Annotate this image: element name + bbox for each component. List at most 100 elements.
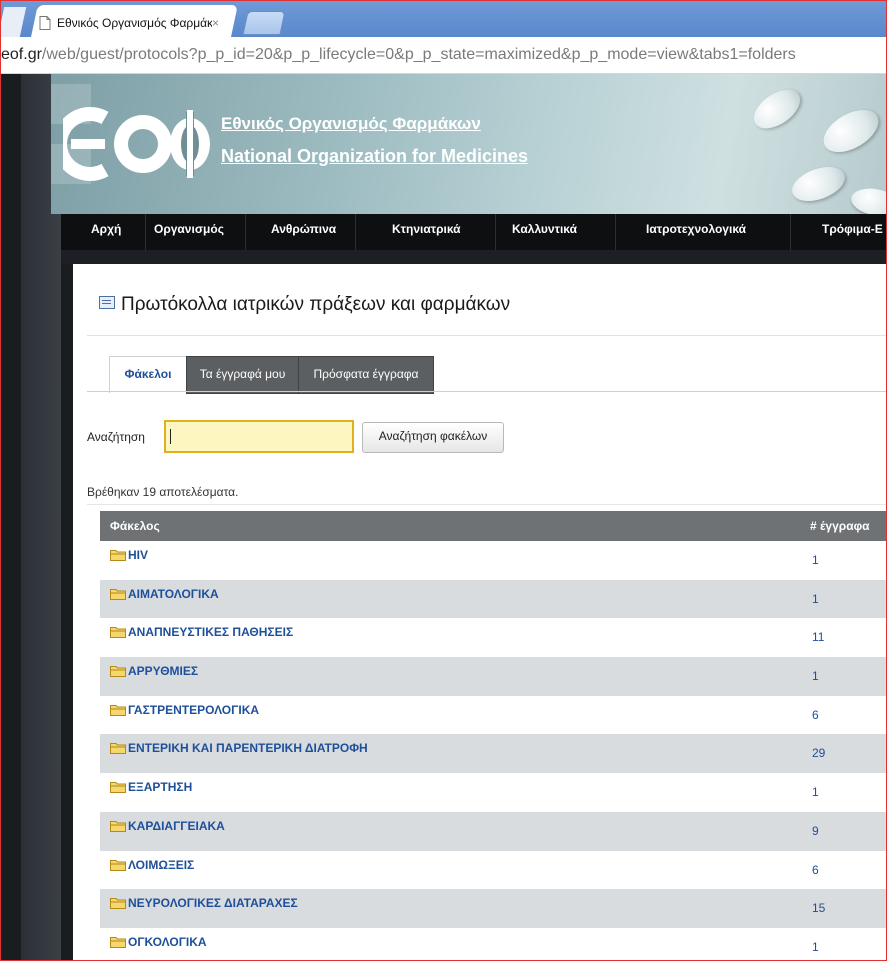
folder-icon (110, 820, 126, 832)
table-row: ΑΙΜΑΤΟΛΟΓΙΚΑ 1 (100, 579, 886, 619)
folder-name: ΑΝΑΠΝΕΥΣΤΙΚΕΣ ΠΑΘΗΣΕΙΣ (128, 625, 294, 640)
folder-link[interactable]: ΟΓΚΟΛΟΓΙΚΑ (110, 935, 207, 949)
nav-item-human[interactable]: Ανθρώπινα (246, 214, 356, 250)
search-folders-button[interactable]: Αναζήτηση φακέλων (362, 422, 504, 453)
pill-image (747, 81, 807, 137)
url-text[interactable]: eof.gr/web/guest/protocols?p_p_id=20&p_p… (1, 46, 796, 64)
address-bar[interactable]: eof.gr/web/guest/protocols?p_p_id=20&p_p… (1, 37, 886, 74)
pill-image (816, 101, 886, 161)
table-row: ΑΝΑΠΝΕΥΣΤΙΚΕΣ ΠΑΘΗΣΕΙΣ 11 (100, 618, 886, 657)
folder-link[interactable]: ΓΑΣΤΡΕΝΤΕΡΟΛΟΓΙΚΑ (110, 703, 259, 717)
folder-name: ΟΓΚΟΛΟΓΙΚΑ (128, 934, 207, 949)
folder-link[interactable]: HIV (110, 548, 148, 562)
table-row: ΕΞΑΡΤΗΣΗ 1 (100, 773, 886, 812)
folder-icon (110, 859, 126, 871)
folder-link[interactable]: ΑΝΑΠΝΕΥΣΤΙΚΕΣ ΠΑΘΗΣΕΙΣ (110, 625, 293, 639)
results-count: Βρέθηκαν 19 αποτελέσματα. (87, 485, 239, 499)
previous-tab[interactable] (1, 7, 27, 37)
folder-icon (110, 588, 126, 600)
table-header: Φάκελος # έγγραφα (100, 511, 886, 541)
main-navigation: Αρχή Οργανισμός Ανθρώπινα Κτηνιατρικά Κα… (61, 214, 886, 250)
folder-name: ΑΙΜΑΤΟΛΟΓΙΚΑ (128, 586, 219, 601)
folder-icon (110, 782, 126, 794)
url-path: /web/guest/protocols?p_p_id=20&p_p_lifec… (41, 46, 796, 63)
folder-icon (110, 704, 126, 716)
folder-link[interactable]: ΑΙΜΑΤΟΛΟΓΙΚΑ (110, 587, 219, 601)
folder-icon (110, 898, 126, 910)
brand-name-greek[interactable]: Εθνικός Οργανισμός Φαρμάκων (221, 114, 481, 134)
active-tab[interactable]: Εθνικός Οργανισμός Φαρμάκ × (35, 12, 231, 34)
nav-item-medical-devices[interactable]: Ιατροτεχνολογικά (616, 214, 791, 250)
folder-link[interactable]: ΕΝΤΕΡΙΚΗ ΚΑΙ ΠΑΡΕΝΤΕΡΙΚΗ ΔΙΑΤΡΟΦΗ (110, 741, 368, 755)
eof-logo-icon[interactable] (63, 104, 213, 184)
folder-name: ΓΑΣΤΡΕΝΤΕΡΟΛΟΓΙΚΑ (128, 702, 260, 717)
divider (87, 504, 886, 505)
tab-strip: Εθνικός Οργανισμός Φαρμάκ × (1, 1, 886, 37)
table-row: ΕΝΤΕΡΙΚΗ ΚΑΙ ΠΑΡΕΝΤΕΡΙΚΗ ΔΙΑΤΡΟΦΗ 29 (100, 734, 886, 774)
tab-close-icon[interactable]: × (212, 16, 219, 30)
brand-name-english[interactable]: National Organization for Medicines (221, 146, 528, 167)
new-tab-button[interactable] (242, 11, 286, 35)
table-row: HIV 1 (100, 541, 886, 580)
folder-name: ΑΡΡΥΘΜΙΕΣ (128, 664, 199, 679)
document-count: 11 (812, 630, 825, 645)
browser-window: Εθνικός Οργανισμός Φαρμάκ × eof.gr/web/g… (0, 0, 887, 961)
document-count: 1 (812, 939, 819, 954)
folder-name: ΝΕΥΡΟΛΟΓΙΚΕΣ ΔΙΑΤΑΡΑΧΕΣ (128, 896, 298, 911)
tab-folders[interactable]: Φάκελοι (109, 356, 187, 393)
folder-icon (110, 936, 126, 948)
portlet-content: Πρωτόκολλα ιατρικών πράξεων και φαρμάκων… (73, 264, 886, 960)
folders-table: HIV 1 ΑΙΜΑΤΟΛΟΓΙΚΑ 1 ΑΝΑΠΝΕΥΣΤΙΚΕΣ ΠΑΘΗΣΕΙΣ 1… (100, 541, 886, 960)
document-count: 1 (812, 553, 819, 567)
folder-link[interactable]: ΕΞΑΡΤΗΣΗ (110, 780, 192, 794)
web-page: Εθνικός Οργανισμός Φαρμάκων National Org… (1, 74, 886, 960)
folder-icon (110, 743, 126, 755)
divider (87, 335, 886, 336)
document-count: 1 (812, 591, 819, 606)
url-host: eof.gr (1, 46, 42, 63)
table-row: ΑΡΡΥΘΜΙΕΣ 1 (100, 657, 886, 696)
tab-recent-documents[interactable]: Πρόσφατα έγγραφα (298, 356, 434, 394)
page-title: Πρωτόκολλα ιατρικών πράξεων και φαρμάκων (99, 294, 510, 316)
search-label: Αναζήτηση (87, 430, 145, 444)
folder-name: ΛΟΙΜΩΞΕΙΣ (128, 857, 195, 872)
pill-image (849, 185, 886, 214)
table-row: ΝΕΥΡΟΛΟΓΙΚΕΣ ΔΙΑΤΑΡΑΧΕΣ 15 (100, 889, 886, 928)
search-input[interactable] (164, 420, 354, 453)
folder-link[interactable]: ΚΑΡΔΙΑΓΓΕΙΑΚΑ (110, 819, 225, 833)
folder-name: HIV (128, 548, 149, 562)
site-header-banner: Εθνικός Οργανισμός Φαρμάκων National Org… (51, 74, 886, 214)
tab-title: Εθνικός Οργανισμός Φαρμάκ (57, 16, 212, 30)
portlet-icon (99, 296, 115, 309)
document-count: 9 (812, 823, 819, 838)
text-caret (170, 429, 171, 444)
folder-name: ΕΞΑΡΤΗΣΗ (128, 780, 193, 795)
document-count: 15 (812, 901, 826, 916)
table-row: ΓΑΣΤΡΕΝΤΕΡΟΛΟΓΙΚΑ 6 (100, 696, 886, 735)
document-count: 29 (812, 746, 826, 761)
nav-item-organization[interactable]: Οργανισμός (146, 214, 246, 250)
document-count: 1 (812, 785, 819, 800)
pill-image (787, 160, 850, 208)
folder-link[interactable]: ΑΡΡΥΘΜΙΕΣ (110, 664, 198, 678)
nav-item-veterinary[interactable]: Κτηνιατρικά (356, 214, 496, 250)
table-row: ΟΓΚΟΛΟΓΙΚΑ 1 (100, 928, 886, 960)
table-row: ΚΑΡΔΙΑΓΓΕΙΑΚΑ 9 (100, 811, 886, 851)
nav-item-cosmetics[interactable]: Καλλυντικά (496, 214, 616, 250)
column-header-documents[interactable]: # έγγραφα (810, 519, 870, 533)
nav-item-food[interactable]: Τρόφιμα-Ε (791, 214, 886, 250)
folder-name: ΚΑΡΔΙΑΓΓΕΙΑΚΑ (128, 818, 225, 833)
column-header-folder[interactable]: Φάκελος (110, 519, 160, 533)
document-count: 6 (812, 707, 819, 722)
table-row: ΛΟΙΜΩΞΕΙΣ 6 (100, 851, 886, 890)
document-count: 1 (812, 669, 819, 684)
tabs-underline (87, 391, 886, 392)
folder-link[interactable]: ΛΟΙΜΩΞΕΙΣ (110, 858, 194, 872)
nav-item-home[interactable]: Αρχή (61, 214, 146, 250)
folder-link[interactable]: ΝΕΥΡΟΛΟΓΙΚΕΣ ΔΙΑΤΑΡΑΧΕΣ (110, 896, 298, 910)
nav-subbar (61, 250, 886, 264)
tab-my-documents[interactable]: Τα έγγραφά μου (186, 356, 299, 394)
document-icon (39, 16, 51, 30)
folder-icon (110, 550, 126, 561)
folder-icon (110, 627, 126, 639)
